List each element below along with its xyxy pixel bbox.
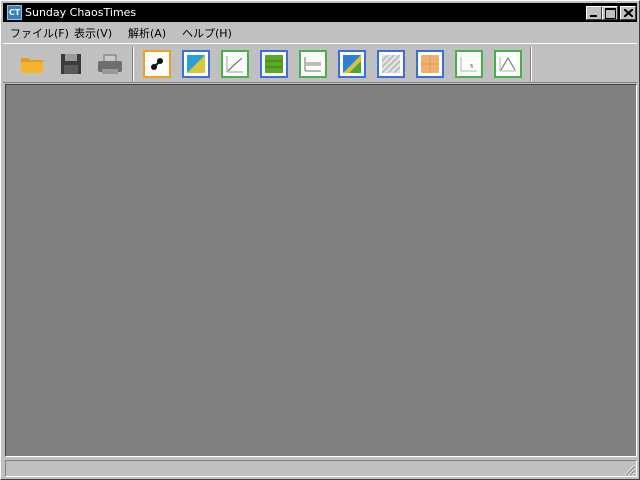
status-bar: [4, 459, 638, 478]
gradient-block-icon: [343, 55, 361, 73]
close-icon: [624, 9, 633, 17]
window-title: Sunday ChaosTimes: [25, 6, 137, 19]
chaos-link-icon: [151, 58, 163, 70]
title-bar[interactable]: CT Sunday ChaosTimes: [3, 3, 637, 22]
resize-grip-icon[interactable]: [624, 464, 636, 476]
orange-block-icon: [421, 55, 439, 73]
toolbar-separator: [132, 47, 134, 81]
line-plot-icon: [226, 56, 243, 73]
save-button[interactable]: [56, 49, 86, 79]
workspace-area[interactable]: [5, 84, 637, 457]
menu-view[interactable]: 表示(V): [74, 25, 112, 41]
print-button[interactable]: [95, 49, 125, 79]
analysis-button-9[interactable]: [454, 49, 484, 79]
analysis-button-2[interactable]: [181, 49, 211, 79]
attractor-blue-icon: [187, 55, 205, 73]
spectrum-icon: [304, 57, 321, 72]
analysis-button-6[interactable]: [337, 49, 367, 79]
save-icon: [61, 54, 81, 74]
analysis-button-10[interactable]: [493, 49, 523, 79]
app-icon[interactable]: CT: [7, 5, 22, 20]
open-button[interactable]: [17, 49, 47, 79]
status-pane: [5, 460, 637, 477]
print-icon: [98, 54, 122, 74]
maximize-button[interactable]: [602, 6, 618, 20]
close-button[interactable]: [620, 6, 636, 20]
toolbar-separator: [530, 47, 532, 81]
toolbar: [3, 43, 637, 83]
small-graph-icon: [460, 57, 477, 72]
menu-file[interactable]: ファイル(F): [10, 25, 69, 41]
hatched-block-icon: [382, 55, 400, 73]
minimize-button[interactable]: [586, 6, 602, 20]
analysis-button-7[interactable]: [376, 49, 406, 79]
menu-bar: ファイル(F) 表示(V) 解析(A) ヘルプ(H): [3, 23, 637, 41]
analysis-button-3[interactable]: [220, 49, 250, 79]
menu-analysis[interactable]: 解析(A): [128, 25, 166, 41]
peak-graph-icon: [499, 57, 516, 72]
menu-help[interactable]: ヘルプ(H): [182, 25, 232, 41]
analysis-button-8[interactable]: [415, 49, 445, 79]
analysis-button-1[interactable]: [142, 49, 172, 79]
green-block-icon: [265, 55, 283, 73]
open-icon: [21, 58, 43, 73]
main-window: CT Sunday ChaosTimes ファイル(F) 表示(V) 解析(A)…: [0, 0, 640, 480]
analysis-button-4[interactable]: [259, 49, 289, 79]
analysis-button-5[interactable]: [298, 49, 328, 79]
